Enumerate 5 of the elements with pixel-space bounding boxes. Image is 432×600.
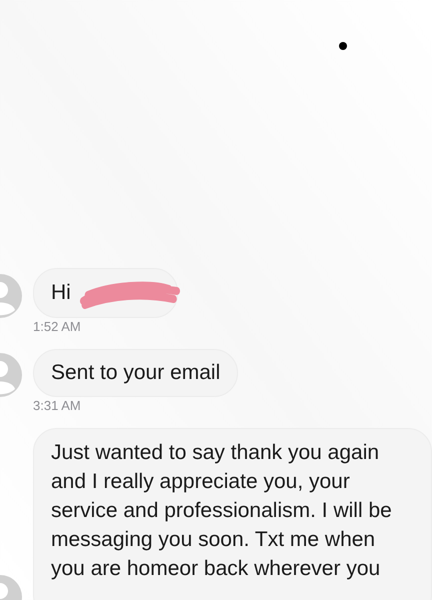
message-time: 1:52 AM	[33, 319, 81, 335]
message-text: Just wanted to say thank you again and I really appreciate you, your service and professionalism. I will be messaging you soon. Txt me when you are homeor back wherever you	[51, 441, 392, 580]
message-text: Hi	[51, 281, 71, 304]
message-text: Sent to your email	[51, 361, 220, 384]
message-time: 3:31 AM	[33, 398, 81, 414]
